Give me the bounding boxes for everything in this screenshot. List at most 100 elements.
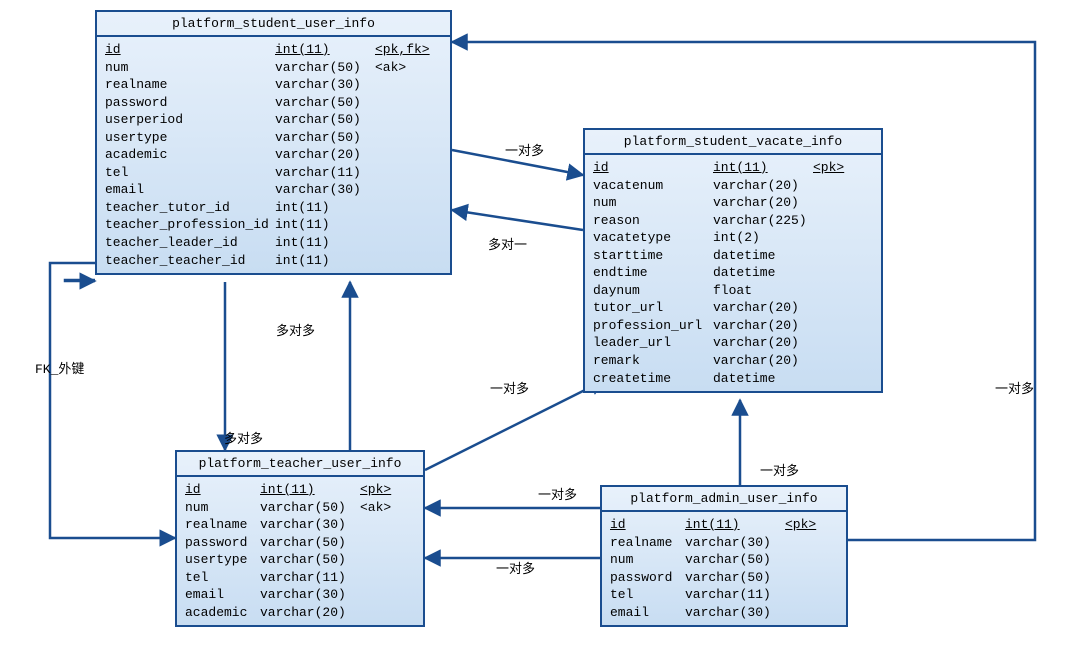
column-type: varchar(20) [713,334,813,352]
column-key [375,199,435,217]
column-name: realname [610,534,685,552]
column-name: email [185,586,260,604]
column-name: userperiod [105,111,275,129]
column-key [813,370,853,388]
column-type: varchar(30) [260,586,360,604]
column-type: varchar(30) [685,534,785,552]
column-name: num [593,194,713,212]
column-name: email [610,604,685,622]
column-name: email [105,181,275,199]
column-type: datetime [713,247,813,265]
column-key [360,551,400,569]
column-row: teacher_profession_idint(11) [105,216,442,234]
column-name: id [610,516,685,534]
column-name: id [593,159,713,177]
column-key [813,264,853,282]
column-type: varchar(50) [275,94,375,112]
label-fk: FK_外键 [35,358,84,377]
column-key [813,334,853,352]
column-row: academicvarchar(20) [185,604,415,622]
label-one-to-many: 一对多 [760,460,799,479]
column-type: varchar(50) [685,569,785,587]
column-row: numvarchar(20) [593,194,873,212]
column-row: realnamevarchar(30) [185,516,415,534]
entity-title: platform_student_vacate_info [585,130,881,155]
column-row: telvarchar(11) [185,569,415,587]
column-row: realnamevarchar(30) [105,76,442,94]
column-key [375,111,435,129]
column-type: varchar(20) [713,194,813,212]
column-key [785,534,825,552]
column-row: teacher_leader_idint(11) [105,234,442,252]
column-name: vacatetype [593,229,713,247]
column-name: tutor_url [593,299,713,317]
column-name: academic [105,146,275,164]
column-type: varchar(30) [275,76,375,94]
column-row: userperiodvarchar(50) [105,111,442,129]
column-row: telvarchar(11) [105,164,442,182]
column-row: emailvarchar(30) [105,181,442,199]
column-name: createtime [593,370,713,388]
column-key [375,252,435,270]
column-name: usertype [185,551,260,569]
label-one-to-many: 一对多 [496,558,535,577]
label-many-to-many: 多对多 [276,320,315,339]
column-name: reason [593,212,713,230]
column-type: varchar(30) [260,516,360,534]
column-row: idint(11)<pk> [185,481,415,499]
column-key [785,586,825,604]
column-type: varchar(20) [260,604,360,622]
column-key [813,194,853,212]
label-one-to-many: 一对多 [490,378,529,397]
column-type: varchar(50) [275,59,375,77]
column-row: emailvarchar(30) [185,586,415,604]
column-name: teacher_leader_id [105,234,275,252]
column-key [813,352,853,370]
column-row: numvarchar(50)<ak> [105,59,442,77]
column-row: daynumfloat [593,282,873,300]
column-key [813,299,853,317]
column-type: varchar(50) [275,111,375,129]
column-type: varchar(50) [275,129,375,147]
column-type: int(11) [275,252,375,270]
column-name: profession_url [593,317,713,335]
column-name: password [610,569,685,587]
column-name: realname [185,516,260,534]
column-type: datetime [713,264,813,282]
column-row: remarkvarchar(20) [593,352,873,370]
column-type: varchar(50) [260,499,360,517]
column-type: int(11) [685,516,785,534]
column-type: datetime [713,370,813,388]
column-type: varchar(20) [713,299,813,317]
column-key: <pk> [785,516,825,534]
column-row: numvarchar(50)<ak> [185,499,415,517]
column-name: num [185,499,260,517]
column-type: varchar(50) [685,551,785,569]
label-many-to-one: 多对一 [488,234,527,253]
column-name: endtime [593,264,713,282]
column-type: varchar(50) [260,551,360,569]
column-type: int(11) [713,159,813,177]
column-name: tel [610,586,685,604]
entity-teacher-user-info: platform_teacher_user_info idint(11)<pk>… [175,450,425,627]
column-name: academic [185,604,260,622]
entity-body: idint(11)<pk>realnamevarchar(30)numvarch… [602,512,846,625]
column-name: realname [105,76,275,94]
column-type: varchar(11) [685,586,785,604]
column-name: teacher_profession_id [105,216,275,234]
column-type: int(11) [275,41,375,59]
column-name: teacher_tutor_id [105,199,275,217]
column-row: leader_urlvarchar(20) [593,334,873,352]
column-row: emailvarchar(30) [610,604,838,622]
column-row: teacher_teacher_idint(11) [105,252,442,270]
entity-title: platform_teacher_user_info [177,452,423,477]
column-key [375,234,435,252]
column-key [813,282,853,300]
column-row: telvarchar(11) [610,586,838,604]
column-row: endtimedatetime [593,264,873,282]
column-key [360,516,400,534]
column-key [375,94,435,112]
column-type: int(11) [275,199,375,217]
column-type: float [713,282,813,300]
column-type: int(11) [275,216,375,234]
